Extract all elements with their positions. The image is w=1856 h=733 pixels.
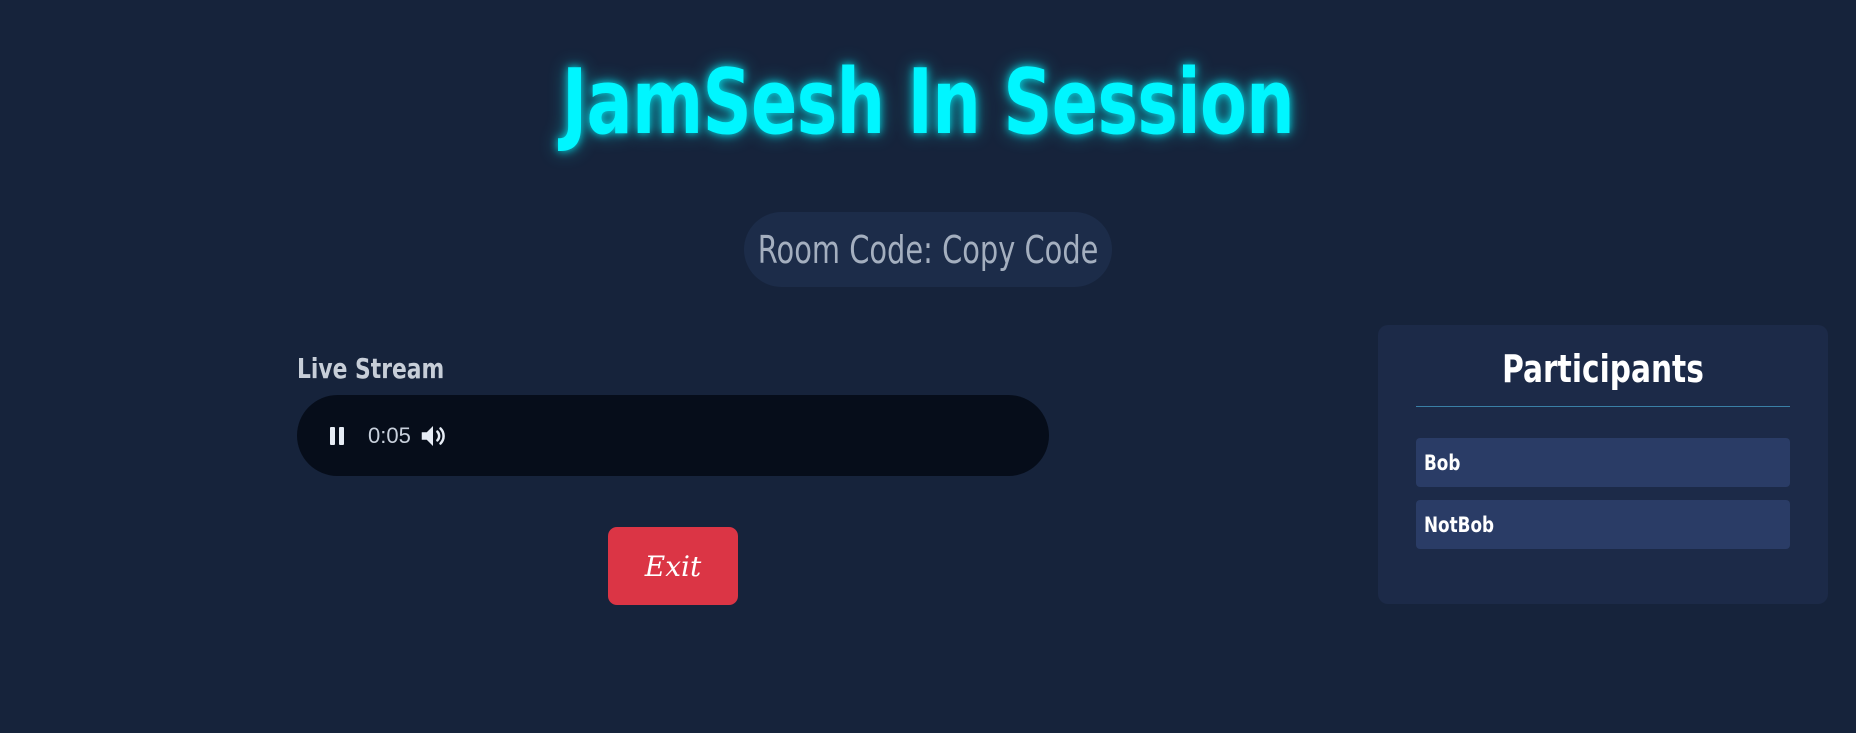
pause-icon [328,427,346,445]
participant-item: NotBob [1416,500,1790,549]
participants-panel: Participants Bob NotBob [1378,325,1828,604]
volume-icon [421,426,445,446]
volume-button[interactable] [418,421,448,451]
room-code-label: Room Code: [757,227,933,272]
room-code-text: Room Code: Copy Code [758,228,1099,272]
exit-button[interactable]: Exit [608,527,738,605]
pause-button[interactable] [322,423,352,449]
participant-item: Bob [1416,438,1790,487]
participant-name: Bob [1424,450,1461,475]
participants-title: Participants [1502,347,1704,391]
playback-time: 0:05 [368,423,411,448]
participant-name: NotBob [1424,512,1495,537]
copy-code-link[interactable]: Copy Code [942,228,1098,272]
live-stream-label: Live Stream [297,352,445,385]
app-root: JamSesh In Session Room Code: Copy Code … [0,0,1856,733]
room-code-badge: Room Code: Copy Code [744,212,1112,287]
participants-divider [1416,406,1790,407]
page-title: JamSesh In Session [561,50,1295,155]
participant-list: Bob NotBob [1416,438,1790,562]
